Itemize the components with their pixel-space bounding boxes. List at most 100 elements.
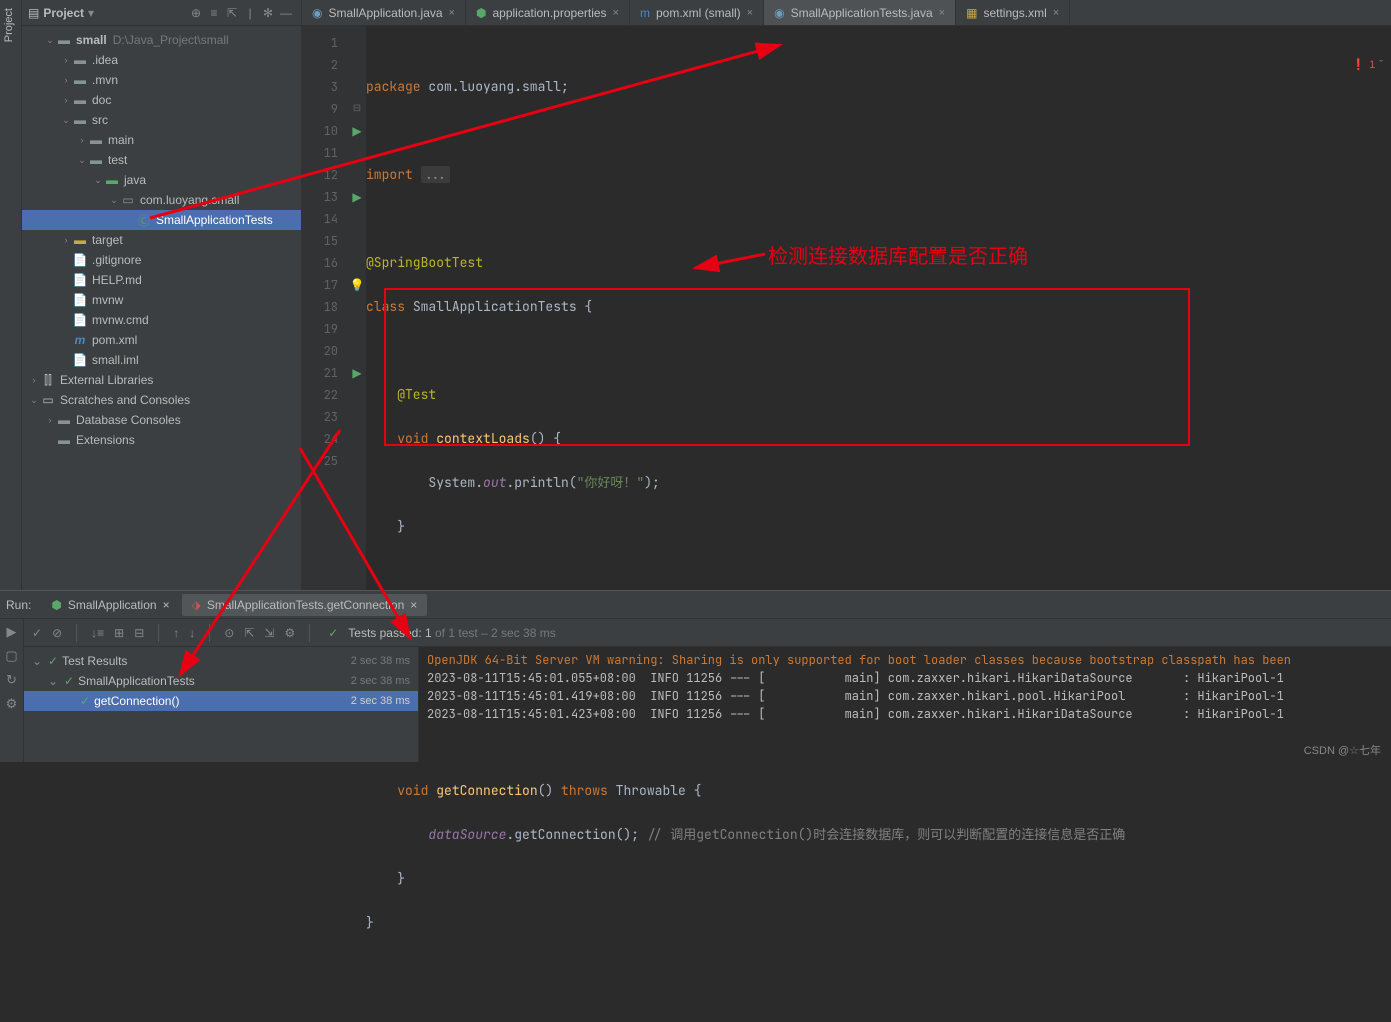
tree-icon: ▬: [72, 113, 88, 127]
search-icon[interactable]: ⊙: [224, 626, 234, 640]
expand-all-icon[interactable]: ⊞: [114, 626, 124, 640]
close-icon[interactable]: ×: [613, 7, 619, 19]
rerun-button[interactable]: ↻: [6, 672, 17, 688]
extensions[interactable]: ▬ Extensions: [22, 430, 301, 450]
tree-item[interactable]: ›▬.mvn: [22, 70, 301, 90]
disable-icon[interactable]: ⊘: [52, 626, 62, 640]
tree-item[interactable]: ›▬main: [22, 130, 301, 150]
tree-item[interactable]: ⌄▬src: [22, 110, 301, 130]
next-icon[interactable]: ↓: [189, 626, 195, 640]
collapse-icon[interactable]: ⇱: [223, 6, 241, 20]
close-icon[interactable]: ×: [410, 598, 417, 612]
editor-tab[interactable]: mpom.xml (small)×: [630, 0, 764, 25]
editor-tab[interactable]: ◉SmallApplicationTests.java×: [764, 0, 956, 25]
spring-icon: ⬢: [51, 598, 61, 612]
console-output[interactable]: OpenJDK 64-Bit Server VM warning: Sharin…: [419, 647, 1391, 762]
run-panel: Run: ⬢ SmallApplication × ⬗ SmallApplica…: [0, 590, 1391, 762]
run-gutter-icon[interactable]: ▶: [352, 124, 361, 138]
scratches[interactable]: ⌄ ▭ Scratches and Consoles: [22, 390, 301, 410]
tree-item[interactable]: ›▬.idea: [22, 50, 301, 70]
scratch-icon: ▭: [40, 393, 56, 407]
run-tab-test[interactable]: ⬗ SmallApplicationTests.getConnection ×: [182, 594, 428, 616]
close-icon[interactable]: ×: [939, 7, 945, 19]
project-header: ▤ Project ▾ ⊕ ≡ ⇱ | ✻ —: [22, 0, 301, 26]
test-row[interactable]: ⌄✓SmallApplicationTests2 sec 38 ms: [24, 671, 418, 691]
tree-item[interactable]: 📄.gitignore: [22, 250, 301, 270]
run-button[interactable]: ▶: [7, 624, 17, 640]
test-row[interactable]: ⌄✓Test Results2 sec 38 ms: [24, 651, 418, 671]
file-type-icon: ⬢: [476, 6, 486, 20]
run-tabs: Run: ⬢ SmallApplication × ⬗ SmallApplica…: [0, 591, 1391, 619]
project-title: Project: [43, 6, 84, 20]
pass-icon: ✓: [80, 694, 90, 708]
tree-root[interactable]: ⌄ ▬ small D:\Java_Project\small: [22, 30, 301, 50]
pass-icon: ✓: [328, 626, 338, 640]
editor-tab[interactable]: ⬢application.properties×: [466, 0, 630, 25]
tree-item[interactable]: ›▬target: [22, 230, 301, 250]
tree-item[interactable]: 📄mvnw.cmd: [22, 310, 301, 330]
file-type-icon: m: [640, 6, 650, 20]
tree-icon: m: [72, 333, 88, 347]
close-icon[interactable]: ×: [1053, 7, 1059, 19]
tree-icon: ▬: [104, 173, 120, 187]
gear-icon[interactable]: ⚙: [284, 626, 295, 640]
editor-tab[interactable]: ▦settings.xml×: [956, 0, 1070, 25]
collapse-all-icon[interactable]: ⊟: [134, 626, 144, 640]
tree-item[interactable]: mpom.xml: [22, 330, 301, 350]
folder-icon: ▬: [56, 33, 72, 47]
project-panel: ▤ Project ▾ ⊕ ≡ ⇱ | ✻ — ⌄ ▬ small D:\Jav…: [22, 0, 302, 590]
editor-area: ◉SmallApplication.java×⬢application.prop…: [302, 0, 1391, 590]
gutter-line-numbers: 123910111213141516171819202122232425: [302, 26, 348, 590]
tree-item[interactable]: 📄mvnw: [22, 290, 301, 310]
tree-item[interactable]: 📄small.iml: [22, 350, 301, 370]
locate-icon[interactable]: ⊕: [187, 6, 205, 20]
run-gutter-icon[interactable]: ▶: [352, 190, 361, 204]
tree-icon: ▬: [88, 133, 104, 147]
tree-item[interactable]: ⌄▭com.luoyang.small: [22, 190, 301, 210]
run-gutter-icon[interactable]: ▶: [352, 366, 361, 380]
run-tab-app[interactable]: ⬢ SmallApplication ×: [41, 594, 179, 616]
pass-icon: ✓: [64, 674, 74, 688]
tree-item[interactable]: ⌄▬java: [22, 170, 301, 190]
editor-tabs: ◉SmallApplication.java×⬢application.prop…: [302, 0, 1391, 26]
settings-icon[interactable]: ✻: [259, 6, 277, 20]
close-icon[interactable]: ×: [747, 7, 753, 19]
tree-item[interactable]: ›▬doc: [22, 90, 301, 110]
close-icon[interactable]: ×: [163, 598, 170, 612]
tree-item[interactable]: 📄HELP.md: [22, 270, 301, 290]
error-icon: ❗: [1352, 58, 1366, 71]
file-type-icon: ◉: [312, 6, 322, 20]
expand-icon[interactable]: ≡: [205, 6, 223, 20]
run-label: Run:: [6, 598, 31, 612]
check-icon[interactable]: ✓: [32, 626, 42, 640]
hide-icon[interactable]: —: [277, 6, 295, 20]
file-type-icon: ▦: [966, 6, 977, 20]
export-icon[interactable]: ⇲: [264, 626, 274, 640]
close-icon[interactable]: ×: [449, 7, 455, 19]
run-toolbar: ✓ ⊘ ↓≡ ⊞ ⊟ ↑ ↓ ⊙ ⇱ ⇲ ⚙ ✓ Tests passed: 1…: [24, 619, 1391, 647]
tree-icon: ▬: [72, 233, 88, 247]
project-view-chevron[interactable]: ▾: [88, 6, 94, 20]
tree-icon: Ⓒ: [136, 212, 152, 229]
bulb-icon[interactable]: 💡: [350, 278, 365, 292]
db-consoles[interactable]: › ▬ Database Consoles: [22, 410, 301, 430]
prev-icon[interactable]: ↑: [173, 626, 179, 640]
editor-tab[interactable]: ◉SmallApplication.java×: [302, 0, 466, 25]
fold-icon[interactable]: ⊟: [348, 98, 366, 120]
external-libraries[interactable]: › ⫿⫿ External Libraries: [22, 370, 301, 390]
code-editor[interactable]: package com.luoyang.small; import ... @S…: [366, 26, 1391, 590]
test-row[interactable]: ✓getConnection()2 sec 38 ms: [24, 691, 418, 711]
stop-button[interactable]: ▢: [5, 648, 17, 664]
import-icon[interactable]: ⇱: [244, 626, 254, 640]
tree-icon: ▭: [120, 193, 136, 207]
divider: |: [241, 6, 259, 20]
tree-item[interactable]: ⒸSmallApplicationTests: [22, 210, 301, 230]
tree-icon: ▬: [72, 53, 88, 67]
sort-icon[interactable]: ↓≡: [91, 626, 104, 640]
file-type-icon: ◉: [774, 6, 784, 20]
settings-button[interactable]: ⚙: [6, 696, 18, 712]
tree-item[interactable]: ⌄▬test: [22, 150, 301, 170]
inspection-badge[interactable]: ❗ 1 ˇ: [1352, 58, 1384, 71]
library-icon: ⫿⫿: [40, 373, 56, 388]
project-tool-label[interactable]: Project: [0, 0, 18, 50]
